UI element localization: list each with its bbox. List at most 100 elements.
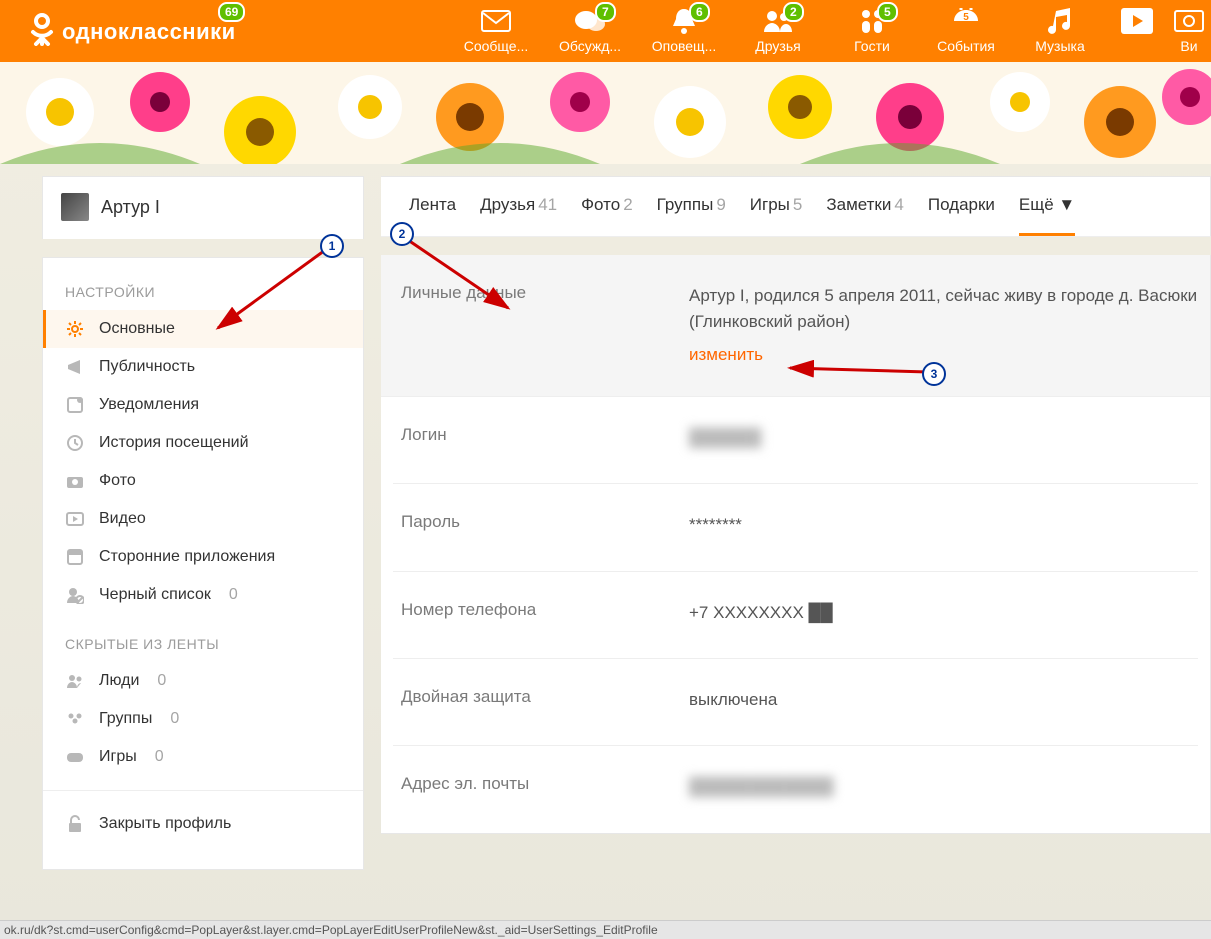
tab-groups[interactable]: Группы9 (657, 195, 726, 236)
sidebar-count: 0 (170, 710, 179, 728)
events-icon: 5 (951, 8, 981, 37)
sidebar-hidden-groups[interactable]: Группы 0 (43, 700, 363, 738)
settings-panel: Личные данные Артур I, родился 5 апреля … (381, 255, 1211, 834)
sidebar-label: Видео (99, 510, 146, 528)
annotation-marker-2: 2 (390, 222, 414, 246)
settings-sidebar: НАСТРОЙКИ Основные Публичность Уведомлен… (42, 257, 364, 870)
tab-friends[interactable]: Друзья41 (480, 195, 557, 236)
topnav-messages[interactable]: Сообще... (449, 0, 543, 62)
play-icon (1120, 7, 1154, 38)
topnav-music[interactable]: Музыка (1013, 0, 1107, 62)
gamepad-icon (65, 748, 85, 766)
row-2fa: Двойная защита выключена (393, 659, 1198, 746)
row-label: Номер телефона (393, 600, 689, 626)
music-icon (1046, 7, 1074, 38)
row-label: Логин (393, 425, 689, 451)
sidebar-label: Игры (99, 748, 137, 766)
topnav-friends[interactable]: 2 Друзья (731, 0, 825, 62)
topnav-video[interactable]: Ви (1167, 0, 1211, 62)
sidebar-hidden-games[interactable]: Игры 0 (43, 738, 363, 776)
sidebar-count: 0 (155, 748, 164, 766)
user-card: Артур I (42, 176, 364, 239)
row-password: Пароль ******** (393, 484, 1198, 571)
sidebar-count: 0 (229, 586, 238, 604)
megaphone-icon (65, 358, 85, 376)
sidebar-heading-settings: НАСТРОЙКИ (43, 280, 363, 310)
sidebar-item-photo[interactable]: Фото (43, 462, 363, 500)
row-label: Двойная защита (393, 687, 689, 713)
sidebar-label: Люди (99, 672, 139, 690)
mail-icon (481, 10, 511, 35)
tab-gifts[interactable]: Подарки (928, 195, 995, 236)
sidebar-label: Основные (99, 320, 175, 338)
row-value: +7 XXXXXXXX ██ (689, 600, 833, 626)
notify-icon (65, 396, 85, 414)
sidebar-label: Закрыть профиль (99, 815, 231, 833)
lock-icon (65, 815, 85, 833)
row-phone: Номер телефона +7 XXXXXXXX ██ (393, 572, 1198, 659)
groups-icon (65, 710, 85, 728)
topnav-play[interactable] (1107, 0, 1167, 62)
app-icon (65, 548, 85, 566)
sidebar-label: История посещений (99, 434, 249, 452)
sidebar-item-blacklist[interactable]: Черный список 0 (43, 576, 363, 614)
tab-feed[interactable]: Лента (409, 195, 456, 236)
row-label: Пароль (393, 512, 689, 538)
sidebar-heading-hidden: СКРЫТЫЕ ИЗ ЛЕНТЫ (43, 632, 363, 662)
people-icon (65, 672, 85, 690)
topbar: одноклассники 69 Сообще... 7 Обсужд... 6… (0, 0, 1211, 62)
avatar[interactable] (61, 193, 89, 221)
history-icon (65, 434, 85, 452)
user-name[interactable]: Артур I (101, 197, 160, 218)
row-value: ██████ (689, 425, 761, 451)
logo[interactable]: одноклассники (0, 0, 236, 52)
annotation-marker-3: 3 (922, 362, 946, 386)
topnav-guests[interactable]: 5 Гости (825, 0, 919, 62)
row-value: ████████████ (689, 774, 834, 800)
svg-text:5: 5 (963, 12, 969, 23)
sidebar-item-publicity[interactable]: Публичность (43, 348, 363, 386)
ok-logo-icon (28, 12, 56, 52)
annotation-marker-1: 1 (320, 234, 344, 258)
status-bar: ok.ru/dk?st.cmd=userConfig&cmd=PopLayer&… (0, 920, 1211, 939)
sidebar-item-notifications[interactable]: Уведомления (43, 386, 363, 424)
sidebar-label: Сторонние приложения (99, 548, 275, 566)
sidebar-hidden-people[interactable]: Люди 0 (43, 662, 363, 700)
logo-badge: 69 (218, 2, 245, 22)
topnav-discussions[interactable]: 7 Обсужд... (543, 0, 637, 62)
profile-tabs: Лента Друзья41 Фото2 Группы9 Игры5 Замет… (381, 176, 1211, 237)
sidebar-label: Публичность (99, 358, 195, 376)
row-label: Личные данные (393, 283, 689, 368)
row-login: Логин ██████ (393, 397, 1198, 484)
row-value: Артур I, родился 5 апреля 2011, сейчас ж… (689, 283, 1198, 368)
sidebar-label: Уведомления (99, 396, 199, 414)
tab-games[interactable]: Игры5 (750, 195, 803, 236)
change-link[interactable]: изменить (689, 342, 763, 368)
blacklist-icon (65, 586, 85, 604)
brand-text: одноклассники (62, 19, 236, 45)
tab-notes[interactable]: Заметки4 (826, 195, 904, 236)
row-value: выключена (689, 687, 777, 713)
flowers-decoration (0, 62, 1211, 164)
row-value: ******** (689, 512, 742, 538)
video-icon (65, 510, 85, 528)
video-top-icon (1174, 10, 1204, 35)
topnav: Сообще... 7 Обсужд... 6 Оповещ... 2 Друз… (449, 0, 1211, 62)
topnav-events[interactable]: 5 События (919, 0, 1013, 62)
row-email: Адрес эл. почты ████████████ (393, 746, 1198, 832)
sidebar-label: Фото (99, 472, 136, 490)
banner (0, 62, 1211, 164)
row-personal-data: Личные данные Артур I, родился 5 апреля … (381, 255, 1210, 397)
sidebar-count: 0 (157, 672, 166, 690)
sidebar-item-main[interactable]: Основные (43, 310, 363, 348)
tab-more[interactable]: Ещё ▼ (1019, 195, 1075, 236)
sidebar-label: Черный список (99, 586, 211, 604)
gear-icon (65, 320, 85, 338)
sidebar-item-apps[interactable]: Сторонние приложения (43, 538, 363, 576)
sidebar-lock-profile[interactable]: Закрыть профиль (43, 790, 363, 843)
sidebar-item-history[interactable]: История посещений (43, 424, 363, 462)
tab-photo[interactable]: Фото2 (581, 195, 633, 236)
row-label: Адрес эл. почты (393, 774, 689, 800)
sidebar-item-video[interactable]: Видео (43, 500, 363, 538)
topnav-notifications[interactable]: 6 Оповещ... (637, 0, 731, 62)
